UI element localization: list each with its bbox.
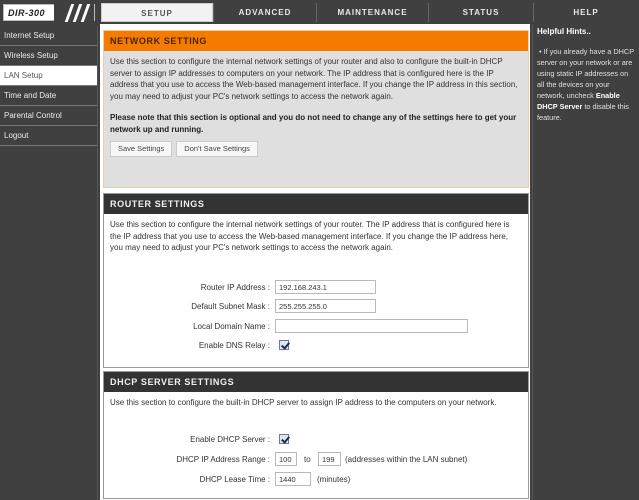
sidebar-item-wireless-setup[interactable]: Wireless Setup bbox=[0, 46, 97, 66]
help-panel: Helpful Hints.. • If you already have a … bbox=[532, 24, 639, 500]
sidebar: Internet Setup Wireless Setup LAN Setup … bbox=[0, 26, 98, 500]
section-title: DHCP SERVER SETTINGS bbox=[104, 372, 528, 392]
main-tabs: SETUP ADVANCED MAINTENANCE STATUS HELP bbox=[101, 3, 638, 22]
bullet-icon: • bbox=[539, 47, 542, 56]
main-content: NETWORK SETTING Use this section to conf… bbox=[100, 24, 530, 500]
dns-relay-label: Enable DNS Relay : bbox=[198, 341, 270, 350]
section-description: Use this section to configure the intern… bbox=[110, 57, 518, 101]
help-text: • If you already have a DHCP server on y… bbox=[537, 46, 635, 123]
network-setting-section: NETWORK SETTING Use this section to conf… bbox=[103, 30, 529, 188]
dhcp-range-start-input[interactable] bbox=[275, 452, 297, 466]
sidebar-item-internet-setup[interactable]: Internet Setup bbox=[0, 26, 97, 46]
tab-status[interactable]: STATUS bbox=[428, 3, 533, 22]
tab-setup[interactable]: SETUP bbox=[101, 3, 213, 22]
subnet-mask-label: Default Subnet Mask : bbox=[191, 302, 270, 311]
tab-advanced[interactable]: ADVANCED bbox=[213, 3, 316, 22]
lease-time-label: DHCP Lease Time : bbox=[199, 475, 270, 484]
help-title: Helpful Hints.. bbox=[537, 27, 591, 36]
top-bar: DIR-300 SETUP ADVANCED MAINTENANCE STATU… bbox=[0, 0, 639, 24]
section-title: NETWORK SETTING bbox=[104, 31, 528, 51]
sidebar-item-lan-setup[interactable]: LAN Setup bbox=[0, 66, 97, 86]
sidebar-item-parental-control[interactable]: Parental Control bbox=[0, 106, 97, 126]
logo-slashes-icon bbox=[54, 4, 94, 22]
range-note: (addresses within the LAN subnet) bbox=[345, 455, 468, 464]
section-description: Use this section to configure the intern… bbox=[110, 220, 510, 252]
enable-dhcp-checkbox[interactable] bbox=[279, 434, 289, 444]
router-ip-label: Router IP Address : bbox=[200, 283, 270, 292]
lease-time-input[interactable] bbox=[275, 472, 311, 486]
section-title: ROUTER SETTINGS bbox=[104, 194, 528, 214]
range-to-text: to bbox=[304, 455, 311, 464]
dns-relay-checkbox[interactable] bbox=[279, 340, 289, 350]
dhcp-range-label: DHCP IP Address Range : bbox=[176, 455, 270, 464]
lease-unit: (minutes) bbox=[317, 475, 351, 484]
router-settings-section: ROUTER SETTINGS Use this section to conf… bbox=[103, 193, 529, 368]
tab-help[interactable]: HELP bbox=[533, 3, 638, 22]
dhcp-settings-section: DHCP SERVER SETTINGS Use this section to… bbox=[103, 371, 529, 499]
enable-dhcp-label: Enable DHCP Server : bbox=[190, 435, 270, 444]
local-domain-label: Local Domain Name : bbox=[193, 322, 270, 331]
local-domain-input[interactable] bbox=[275, 319, 468, 333]
router-ip-input[interactable] bbox=[275, 280, 376, 294]
dont-save-settings-button[interactable]: Don't Save Settings bbox=[176, 141, 258, 157]
section-description: Use this section to configure the built-… bbox=[110, 398, 497, 407]
model-name: DIR-300 bbox=[8, 8, 46, 18]
save-settings-button[interactable]: Save Settings bbox=[110, 141, 173, 157]
optional-note: Please note that this section is optiona… bbox=[110, 113, 517, 134]
sidebar-item-time-and-date[interactable]: Time and Date bbox=[0, 86, 97, 106]
sidebar-item-logout[interactable]: Logout bbox=[0, 126, 97, 146]
tab-maintenance[interactable]: MAINTENANCE bbox=[316, 3, 428, 22]
dhcp-range-end-input[interactable] bbox=[318, 452, 341, 466]
subnet-mask-input[interactable] bbox=[275, 299, 376, 313]
